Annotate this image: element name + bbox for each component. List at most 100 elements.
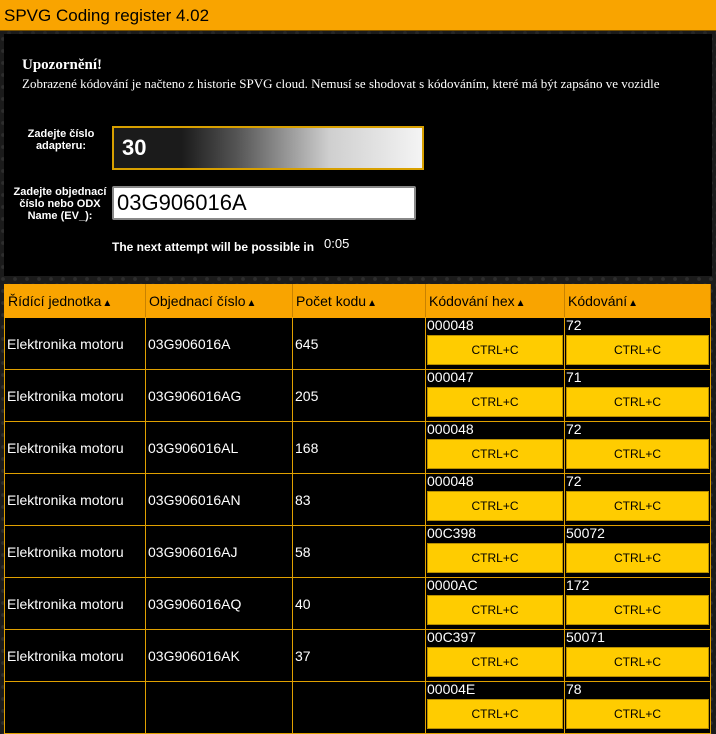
cell-coding: 78 CTRL+C (564, 681, 711, 734)
cell-coding-hex: 000047 CTRL+C (425, 369, 565, 422)
cell-count: 83 (292, 473, 426, 526)
table-row: Elektronika motoru 03G906016AG 205 00004… (4, 369, 711, 422)
column-header-count[interactable]: Počet kodu▲ (292, 284, 426, 318)
part-number-label: Zadejte objednací číslo nebo ODX Name (E… (13, 186, 107, 222)
cell-coding-hex: 000048 CTRL+C (425, 421, 565, 474)
coding-hex-value: 00C398 (427, 525, 477, 541)
copy-coding-button[interactable]: CTRL+C (566, 335, 709, 365)
cell-unit: Elektronika motoru (4, 473, 146, 526)
cell-coding: 72 CTRL+C (564, 421, 711, 474)
coding-value: 72 (566, 317, 582, 333)
table-row: 00004E CTRL+C 78 CTRL+C (4, 681, 711, 734)
copy-coding-button[interactable]: CTRL+C (566, 647, 709, 677)
coding-hex-value: 00004E (427, 681, 476, 697)
table-row: Elektronika motoru 03G906016AJ 58 00C398… (4, 525, 711, 578)
app-title-bar: SPVG Coding register 4.02 (0, 0, 716, 31)
cell-count: 168 (292, 421, 426, 474)
cell-part (145, 681, 293, 734)
copy-hex-button[interactable]: CTRL+C (427, 335, 563, 365)
part-number-input[interactable] (112, 186, 416, 220)
table-row: Elektronika motoru 03G906016A 645 000048… (4, 317, 711, 370)
copy-hex-button[interactable]: CTRL+C (427, 699, 563, 729)
coding-hex-value: 000048 (427, 473, 474, 489)
app-title: SPVG Coding register 4.02 (4, 6, 210, 25)
cell-part: 03G906016AK (145, 629, 293, 682)
copy-hex-button[interactable]: CTRL+C (427, 439, 563, 469)
search-panel: Upozornění! Zobrazené kódování je načten… (4, 34, 712, 276)
table-row: Elektronika motoru 03G906016AK 37 00C397… (4, 629, 711, 682)
adapter-number-field[interactable]: 30 (112, 126, 424, 170)
cell-coding-hex: 000048 CTRL+C (425, 317, 565, 370)
cell-unit: Elektronika motoru (4, 577, 146, 630)
table-row: Elektronika motoru 03G906016AQ 40 0000AC… (4, 577, 711, 630)
copy-hex-button[interactable]: CTRL+C (427, 595, 563, 625)
coding-hex-value: 000048 (427, 317, 474, 333)
adapter-label: Zadejte číslo adapteru: (27, 128, 95, 152)
cell-unit: Elektronika motoru (4, 421, 146, 474)
copy-hex-button[interactable]: CTRL+C (427, 387, 563, 417)
table-row: Elektronika motoru 03G906016AL 168 00004… (4, 421, 711, 474)
column-header-coding[interactable]: Kódování▲ (564, 284, 711, 318)
column-header-part[interactable]: Objednací číslo▲ (145, 284, 293, 318)
copy-coding-button[interactable]: CTRL+C (566, 439, 709, 469)
coding-table: Řídící jednotka▲ Objednací číslo▲ Počet … (4, 284, 711, 734)
cell-unit: Elektronika motoru (4, 317, 146, 370)
sort-arrow-icon: ▲ (246, 298, 257, 309)
sort-arrow-icon: ▲ (515, 298, 526, 309)
next-attempt-text: The next attempt will be possible in (112, 240, 315, 254)
copy-coding-button[interactable]: CTRL+C (566, 491, 709, 521)
notice-title: Upozornění! (22, 57, 102, 73)
copy-hex-button[interactable]: CTRL+C (427, 647, 563, 677)
cell-unit: Elektronika motoru (4, 525, 146, 578)
cell-unit: Elektronika motoru (4, 369, 146, 422)
cell-part: 03G906016AG (145, 369, 293, 422)
cell-part: 03G906016AJ (145, 525, 293, 578)
coding-value: 172 (566, 577, 590, 593)
cell-coding-hex: 000048 CTRL+C (425, 473, 565, 526)
coding-value: 71 (566, 369, 582, 385)
cell-count: 40 (292, 577, 426, 630)
coding-value: 72 (566, 473, 582, 489)
coding-hex-value: 000047 (427, 369, 474, 385)
copy-coding-button[interactable]: CTRL+C (566, 387, 709, 417)
cell-coding: 71 CTRL+C (564, 369, 711, 422)
coding-value: 50071 (566, 629, 605, 645)
copy-hex-button[interactable]: CTRL+C (427, 491, 563, 521)
notice-text: Zobrazené kódování je načteno z historie… (22, 76, 660, 91)
coding-hex-value: 0000AC (427, 577, 478, 593)
cell-part: 03G906016AN (145, 473, 293, 526)
attempt-timer: 0:05 (324, 236, 350, 251)
column-header-unit[interactable]: Řídící jednotka▲ (4, 284, 146, 318)
copy-coding-button[interactable]: CTRL+C (566, 543, 709, 573)
cell-coding: 72 CTRL+C (564, 473, 711, 526)
cell-count: 37 (292, 629, 426, 682)
cell-count (292, 681, 426, 734)
copy-coding-button[interactable]: CTRL+C (566, 699, 709, 729)
cell-coding: 50071 CTRL+C (564, 629, 711, 682)
cell-count: 58 (292, 525, 426, 578)
cell-unit (4, 681, 146, 734)
sort-arrow-icon: ▲ (367, 298, 377, 309)
cell-count: 205 (292, 369, 426, 422)
sort-arrow-icon: ▲ (628, 298, 639, 309)
table-row: Elektronika motoru 03G906016AN 83 000048… (4, 473, 711, 526)
column-header-hex[interactable]: Kódování hex▲ (425, 284, 565, 318)
sort-arrow-icon: ▲ (102, 298, 113, 309)
cell-coding-hex: 0000AC CTRL+C (425, 577, 565, 630)
copy-hex-button[interactable]: CTRL+C (427, 543, 563, 573)
cell-part: 03G906016AL (145, 421, 293, 474)
cell-coding-hex: 00C398 CTRL+C (425, 525, 565, 578)
coding-hex-value: 00C397 (427, 629, 477, 645)
copy-coding-button[interactable]: CTRL+C (566, 595, 709, 625)
coding-hex-value: 000048 (427, 421, 474, 437)
cell-part: 03G906016AQ (145, 577, 293, 630)
cell-unit: Elektronika motoru (4, 629, 146, 682)
coding-value: 78 (566, 681, 582, 697)
cell-part: 03G906016A (145, 317, 293, 370)
cell-coding-hex: 00C397 CTRL+C (425, 629, 565, 682)
cell-count: 645 (292, 317, 426, 370)
coding-value: 72 (566, 421, 582, 437)
coding-value: 50072 (566, 525, 605, 541)
cell-coding: 50072 CTRL+C (564, 525, 711, 578)
table-header-row: Řídící jednotka▲ Objednací číslo▲ Počet … (4, 284, 711, 318)
